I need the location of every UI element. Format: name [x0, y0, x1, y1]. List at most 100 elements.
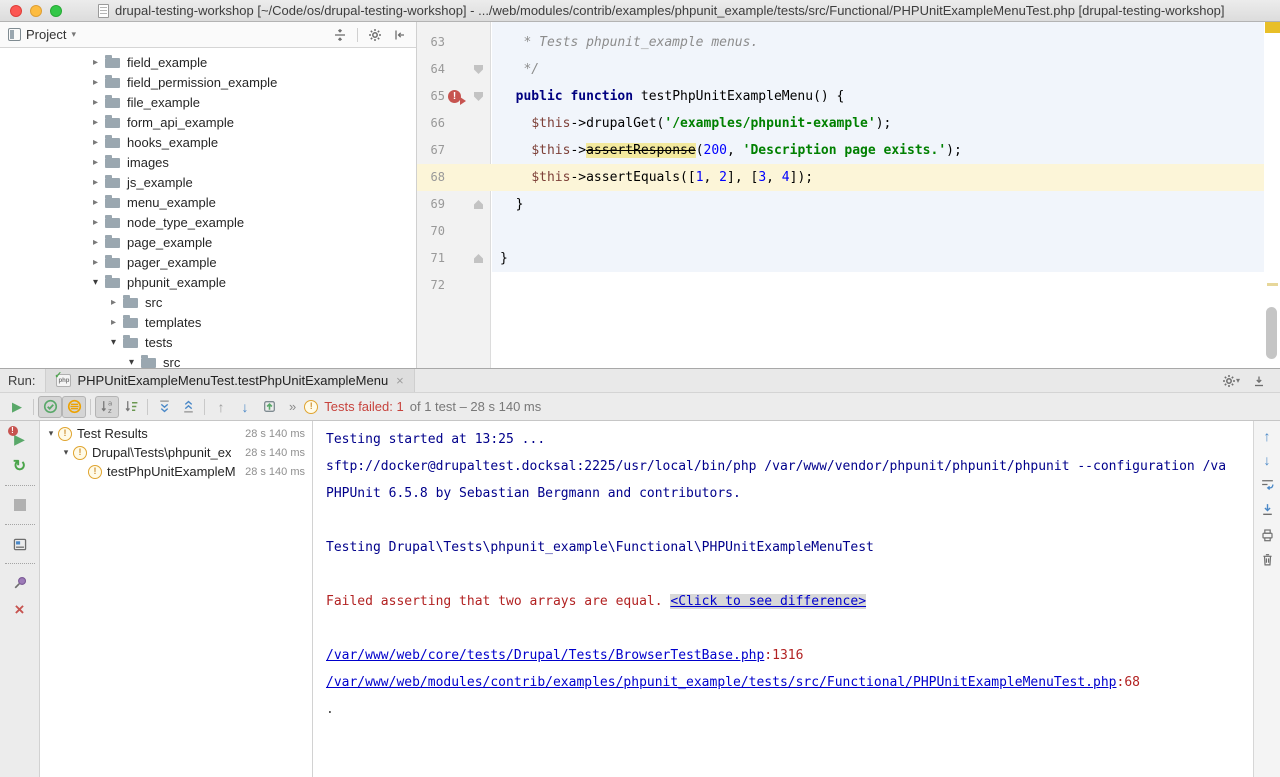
chevron-right-icon[interactable]: ▸	[88, 97, 103, 108]
pin-tab-button[interactable]	[7, 571, 33, 595]
project-tree-item[interactable]: ▸field_permission_example	[0, 72, 416, 92]
project-panel-title[interactable]: Project	[26, 27, 66, 42]
print-button[interactable]	[1260, 527, 1275, 542]
code-line[interactable]: 64 */	[417, 56, 1264, 83]
code-line[interactable]: 65! public function testPhpUnitExampleMe…	[417, 83, 1264, 110]
chevron-right-icon[interactable]: ▸	[88, 217, 103, 228]
code-line[interactable]: 70	[417, 218, 1264, 245]
project-tree-item[interactable]: ▸field_example	[0, 52, 416, 72]
chevron-right-icon[interactable]: ▸	[88, 257, 103, 268]
stop-button[interactable]	[7, 493, 33, 517]
ignored-circle-icon	[67, 399, 82, 414]
minimize-panel-icon[interactable]	[1252, 374, 1266, 388]
chevron-right-icon[interactable]: ▸	[88, 117, 103, 128]
test-console-output[interactable]: Testing started at 13:25 ...sftp://docke…	[313, 421, 1253, 777]
chevron-right-icon[interactable]: ▸	[88, 137, 103, 148]
project-tree-item[interactable]: ▸menu_example	[0, 192, 416, 212]
chevron-right-icon[interactable]: ▸	[88, 157, 103, 168]
close-icon[interactable]: ×	[396, 373, 404, 388]
project-tree-item[interactable]: ▾tests	[0, 332, 416, 352]
project-tree-item[interactable]: ▸file_example	[0, 92, 416, 112]
file-link[interactable]: /var/www/web/modules/contrib/examples/ph…	[326, 675, 1117, 690]
project-tree-item[interactable]: ▸src	[0, 292, 416, 312]
project-tree-item[interactable]: ▸js_example	[0, 172, 416, 192]
code-line[interactable]: 72	[417, 272, 1264, 299]
test-tree-item[interactable]: ▾!Test Results28 s 140 ms	[40, 424, 312, 443]
code-line[interactable]: 71}	[417, 245, 1264, 272]
sort-by-duration-button[interactable]	[119, 396, 143, 418]
project-tree-item[interactable]: ▸page_example	[0, 232, 416, 252]
close-panel-button[interactable]: ×	[7, 598, 33, 622]
chevron-down-icon[interactable]: ▾	[71, 29, 76, 40]
editor-scrollbar-thumb[interactable]	[1266, 307, 1277, 359]
import-test-results-button[interactable]	[257, 396, 281, 418]
chevron-right-icon[interactable]: ▸	[106, 317, 121, 328]
code-line[interactable]: 63 * Tests phpunit_example menus.	[417, 29, 1264, 56]
see-difference-link[interactable]: <Click to see difference>	[670, 594, 866, 609]
run-configuration-tab[interactable]: php✓ PHPUnitExampleMenuTest.testPhpUnitE…	[45, 369, 414, 392]
test-tree-item[interactable]: ▾!Drupal\Tests\phpunit_ex28 s 140 ms	[40, 443, 312, 462]
project-tree-item[interactable]: ▸pager_example	[0, 252, 416, 272]
rerun-failed-tests-button[interactable]: ▶ !	[7, 427, 33, 451]
failed-test-run-icon[interactable]: !	[448, 90, 461, 103]
fold-icon[interactable]	[474, 254, 483, 263]
project-tree-item[interactable]: ▸hooks_example	[0, 132, 416, 152]
warning-stripe-mark[interactable]	[1267, 283, 1278, 286]
project-tree-item[interactable]: ▾phpunit_example	[0, 272, 416, 292]
collapse-all-icon[interactable]	[333, 28, 347, 42]
chevron-down-icon: ▾	[1236, 376, 1240, 385]
editor-error-stripe[interactable]	[1264, 22, 1280, 368]
window-zoom-button[interactable]	[50, 5, 62, 17]
previous-failed-test-button[interactable]: ↑	[209, 396, 233, 418]
code-line[interactable]: 66 $this->drupalGet('/examples/phpunit-e…	[417, 110, 1264, 137]
restore-layout-button[interactable]	[7, 532, 33, 556]
code-editor[interactable]: 63 * Tests phpunit_example menus.64 */65…	[417, 22, 1280, 368]
test-tree-item[interactable]: !testPhpUnitExampleM28 s 140 ms	[40, 462, 312, 481]
chevron-down-icon[interactable]: ▾	[59, 447, 73, 458]
fold-icon[interactable]	[474, 65, 483, 74]
file-link[interactable]: /var/www/web/core/tests/Drupal/Tests/Bro…	[326, 648, 764, 663]
window-close-button[interactable]	[10, 5, 22, 17]
rerun-button[interactable]: ▶	[5, 396, 29, 418]
project-tree-item[interactable]: ▸templates	[0, 312, 416, 332]
more-actions-icon[interactable]: »	[289, 399, 296, 414]
chevron-right-icon[interactable]: ▸	[88, 197, 103, 208]
next-failed-test-button[interactable]: ↓	[233, 396, 257, 418]
code-line[interactable]: 68 $this->assertEquals([1, 2], [3, 4]);	[417, 164, 1264, 191]
show-passed-button[interactable]	[38, 396, 62, 418]
fold-icon[interactable]	[474, 92, 483, 101]
project-tree-item[interactable]: ▸images	[0, 152, 416, 172]
gear-icon[interactable]	[368, 28, 382, 42]
up-stack-trace-button[interactable]: ↑	[1264, 429, 1271, 443]
chevron-right-icon[interactable]: ▸	[88, 77, 103, 88]
chevron-down-icon[interactable]: ▾	[106, 337, 121, 348]
gear-icon[interactable]: ▾	[1222, 374, 1240, 388]
chevron-down-icon[interactable]: ▾	[44, 428, 58, 439]
down-stack-trace-button[interactable]: ↓	[1264, 453, 1271, 467]
code-line[interactable]: 69 }	[417, 191, 1264, 218]
window-minimize-button[interactable]	[30, 5, 42, 17]
project-tree-item[interactable]: ▸form_api_example	[0, 112, 416, 132]
soft-wrap-button[interactable]	[1260, 477, 1275, 492]
chevron-down-icon[interactable]: ▾	[124, 357, 139, 368]
expand-all-button[interactable]	[152, 396, 176, 418]
chevron-right-icon[interactable]: ▸	[88, 57, 103, 68]
project-tree-item[interactable]: ▾src	[0, 352, 416, 368]
fold-slot	[466, 56, 491, 83]
project-tree-item[interactable]: ▸node_type_example	[0, 212, 416, 232]
sort-alphabetically-button[interactable]: a z	[95, 396, 119, 418]
toggle-auto-test-button[interactable]: ↻	[7, 454, 33, 478]
scroll-to-end-button[interactable]	[1260, 502, 1275, 517]
editor-lines: 63 * Tests phpunit_example menus.64 */65…	[417, 29, 1264, 299]
chevron-right-icon[interactable]: ▸	[106, 297, 121, 308]
hide-panel-icon[interactable]	[392, 28, 406, 42]
file-status-warning-indicator[interactable]	[1265, 22, 1280, 33]
chevron-right-icon[interactable]: ▸	[88, 237, 103, 248]
chevron-down-icon[interactable]: ▾	[88, 277, 103, 288]
clear-all-button[interactable]	[1260, 552, 1275, 567]
show-ignored-button[interactable]	[62, 396, 86, 418]
fold-icon[interactable]	[474, 200, 483, 209]
collapse-all-button[interactable]	[176, 396, 200, 418]
chevron-right-icon[interactable]: ▸	[88, 177, 103, 188]
code-line[interactable]: 67 $this->assertResponse(200, 'Descripti…	[417, 137, 1264, 164]
